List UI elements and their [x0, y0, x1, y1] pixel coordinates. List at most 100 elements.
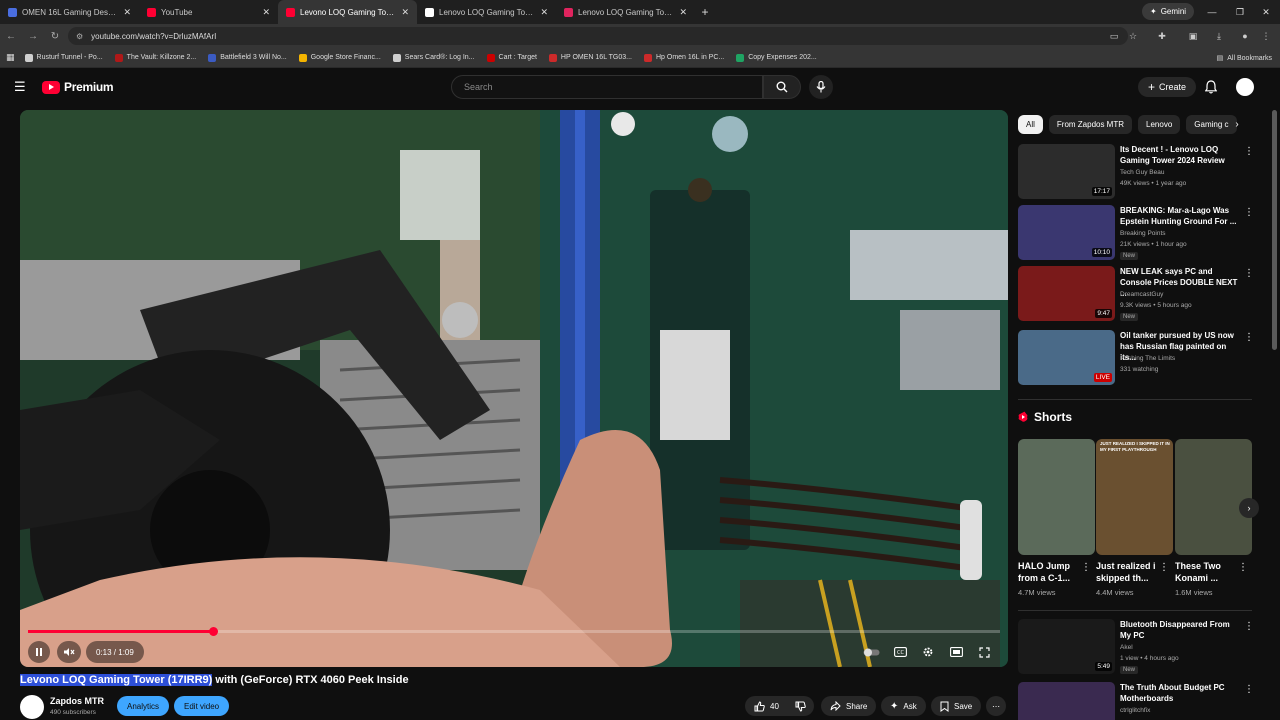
settings-button[interactable] — [918, 641, 938, 663]
chips-next-button[interactable]: › — [1228, 115, 1246, 134]
bookmark-item[interactable]: Google Store Financ... — [298, 53, 381, 62]
gemini-button[interactable]: ✦ Gemini — [1142, 3, 1195, 20]
short-title[interactable]: Just realized i skipped th... — [1096, 560, 1162, 584]
recommended-channel[interactable]: Pushing The Limits — [1120, 355, 1175, 362]
short-thumbnail[interactable] — [1018, 439, 1095, 555]
bookmark-star-icon[interactable]: ☆ — [1125, 28, 1141, 44]
cast-icon[interactable]: ▭ — [1106, 28, 1122, 44]
more-vertical-icon[interactable]: ⋮ — [1244, 332, 1254, 343]
new-tab-button[interactable]: + — [695, 0, 715, 24]
pause-button[interactable] — [28, 641, 50, 663]
video-progress-bar[interactable] — [28, 627, 1000, 636]
search-input[interactable]: Search — [451, 75, 763, 99]
recommended-channel[interactable]: Breaking Points — [1120, 230, 1166, 237]
browser-tab[interactable]: Lenovo LOQ Gaming Tower (20✕ — [556, 0, 695, 24]
site-info-icon[interactable]: ⚙ — [76, 32, 83, 41]
create-button[interactable]: + Create — [1138, 77, 1197, 97]
bookmark-item[interactable]: Rusturf Tunnel - Po... — [24, 53, 103, 62]
video-thumbnail[interactable]: 9:47 — [1018, 266, 1115, 321]
video-thumbnail[interactable]: 10:10 — [1018, 205, 1115, 260]
recommended-video-title[interactable]: Bluetooth Disappeared From My PC — [1120, 619, 1240, 641]
theater-mode-button[interactable] — [946, 641, 966, 663]
menu-icon[interactable]: ⋮ — [1258, 28, 1274, 44]
bookmark-item[interactable]: Cart : Target — [486, 53, 537, 62]
captions-button[interactable]: CC — [890, 641, 910, 663]
video-player[interactable]: 0:13 / 1:09 CC — [20, 110, 1008, 667]
filter-chip[interactable]: All — [1018, 115, 1043, 134]
recommended-video[interactable]: 17:17 Its Decent ! - Lenovo LOQ Gaming To… — [1018, 144, 1268, 200]
forward-icon[interactable]: → — [22, 24, 44, 48]
bookmark-item[interactable]: Copy Expenses 202... — [736, 53, 817, 62]
recommended-video-title[interactable]: The Truth About Budget PC Motherboards — [1120, 682, 1240, 704]
channel-avatar[interactable] — [20, 695, 44, 719]
page-scrollbar[interactable] — [1272, 110, 1277, 350]
progress-scrubber[interactable] — [208, 627, 218, 636]
share-button[interactable]: Share — [821, 696, 877, 716]
more-actions-button[interactable]: ⋯ — [986, 696, 1006, 716]
close-window-icon[interactable]: ✕ — [1252, 0, 1280, 24]
browser-tab[interactable]: YouTube ✕ — [139, 0, 278, 24]
browser-tab[interactable]: OMEN 16L Gaming Desktop TG ✕ — [0, 0, 139, 24]
tab-close-icon[interactable]: ✕ — [401, 7, 409, 18]
tab-close-icon[interactable]: ✕ — [540, 7, 548, 18]
search-button[interactable] — [763, 75, 801, 99]
recommended-video[interactable]: 10:10 BREAKING: Mar-a-Lago Was Epstein Hu… — [1018, 205, 1268, 261]
more-vertical-icon[interactable]: ⋮ — [1238, 562, 1248, 573]
more-vertical-icon[interactable]: ⋮ — [1159, 562, 1169, 573]
recommended-channel[interactable]: DreamcastGuy — [1120, 291, 1163, 298]
short-title[interactable]: HALO Jump from a C-1... — [1018, 560, 1084, 584]
analytics-button[interactable]: Analytics — [117, 696, 170, 716]
video-thumbnail[interactable] — [1018, 682, 1115, 720]
filter-chip[interactable]: Lenovo — [1138, 115, 1181, 134]
more-vertical-icon[interactable]: ⋮ — [1081, 562, 1091, 573]
recommended-channel[interactable]: ctrlglitchfix — [1120, 707, 1150, 714]
browser-tab[interactable]: Levono LOQ Gaming Tower (17✕ — [278, 0, 417, 24]
youtube-logo[interactable]: Premium — [42, 80, 114, 94]
recommended-video[interactable]: 9:47 NEW LEAK says PC and Console Prices … — [1018, 266, 1268, 322]
recommended-video-title[interactable]: BREAKING: Mar-a-Lago Was Epstein Hunting… — [1120, 205, 1240, 227]
tab-close-icon[interactable]: ✕ — [679, 7, 687, 18]
more-vertical-icon[interactable]: ⋮ — [1244, 146, 1254, 157]
address-bar[interactable]: ⚙ youtube.com/watch?v=DrluzMAfArI — [68, 27, 1128, 45]
short-title[interactable]: These Two Konami ... — [1175, 560, 1241, 584]
profile-icon[interactable]: ● — [1237, 28, 1253, 44]
recommended-channel[interactable]: Tech Guy Beau — [1120, 169, 1164, 176]
recommended-video[interactable]: The Truth About Budget PC Motherboards ct… — [1018, 682, 1268, 720]
mute-button[interactable] — [57, 641, 81, 663]
hamburger-menu-icon[interactable]: ☰ — [14, 80, 26, 94]
channel-name[interactable]: Zapdos MTR — [50, 696, 104, 706]
filter-chip[interactable]: From Zapdos MTR — [1048, 115, 1133, 134]
shorts-next-button[interactable]: › — [1239, 498, 1259, 518]
sidepanel-icon[interactable]: ▣ — [1185, 28, 1201, 44]
tab-close-icon[interactable]: ✕ — [123, 7, 131, 18]
bookmark-item[interactable]: Hp Omen 16L in PC... — [644, 53, 724, 62]
fullscreen-button[interactable] — [974, 641, 994, 663]
tab-close-icon[interactable]: ✕ — [262, 7, 270, 18]
account-avatar[interactable] — [1236, 78, 1254, 96]
ask-button[interactable]: ✦ Ask — [881, 696, 926, 716]
video-thumbnail[interactable]: 17:17 — [1018, 144, 1115, 199]
extensions-icon[interactable]: ✚ — [1154, 28, 1170, 44]
recommended-channel[interactable]: Akel — [1120, 644, 1133, 651]
like-button[interactable]: 40 — [745, 696, 787, 716]
bookmark-item[interactable]: Battlefield 3 Will No... — [208, 53, 287, 62]
reload-icon[interactable]: ↻ — [44, 24, 66, 48]
restore-icon[interactable]: ❐ — [1226, 0, 1254, 24]
recommended-video-title[interactable]: Its Decent ! - Lenovo LOQ Gaming Tower 2… — [1120, 144, 1240, 166]
voice-search-button[interactable] — [809, 75, 833, 99]
more-vertical-icon[interactable]: ⋮ — [1244, 268, 1254, 279]
apps-icon[interactable]: ▦ — [6, 52, 15, 63]
notifications-button[interactable] — [1202, 78, 1220, 96]
save-button[interactable]: Save — [931, 696, 982, 716]
dislike-button[interactable] — [787, 696, 814, 716]
bookmark-item[interactable]: HP OMEN 16L TG03... — [548, 53, 632, 62]
video-thumbnail[interactable]: 5:49 — [1018, 619, 1115, 674]
bookmark-item[interactable]: The Vault: Killzone 2... — [114, 53, 196, 62]
recommended-video[interactable]: 5:49 Bluetooth Disappeared From My PC Akel… — [1018, 619, 1268, 675]
bookmark-item[interactable]: Sears Card®: Log In... — [392, 53, 475, 62]
more-vertical-icon[interactable]: ⋮ — [1244, 684, 1254, 695]
minimize-icon[interactable]: — — [1198, 0, 1226, 24]
back-icon[interactable]: ← — [0, 24, 22, 48]
more-vertical-icon[interactable]: ⋮ — [1244, 207, 1254, 218]
short-thumbnail[interactable]: JUST REALIZED I SKIPPED IT IN MY FIRST P… — [1096, 439, 1173, 555]
